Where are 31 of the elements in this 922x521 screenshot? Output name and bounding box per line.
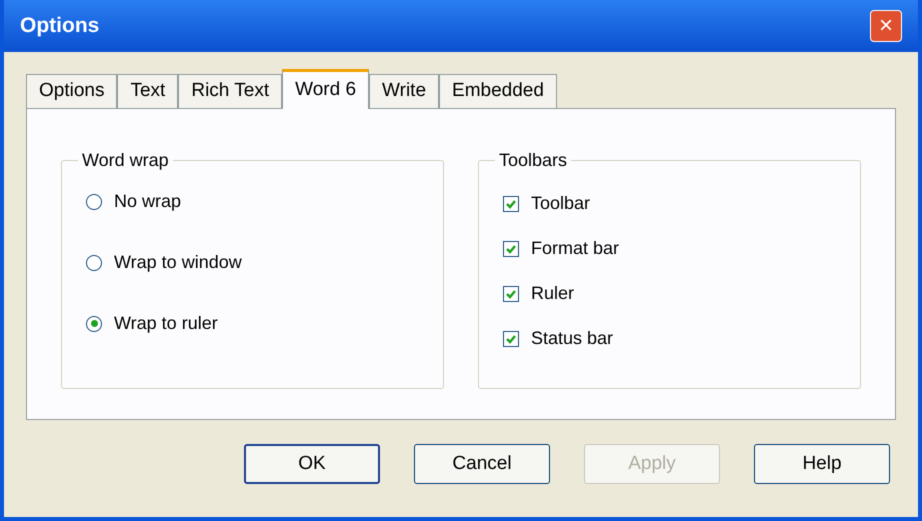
tab[interactable]: Text xyxy=(117,74,178,108)
window-title: Options xyxy=(20,13,100,40)
radio-label: Wrap to window xyxy=(114,251,242,274)
tab[interactable]: Embedded xyxy=(439,74,557,108)
checkbox-label: Toolbar xyxy=(531,192,590,215)
dialog-button[interactable]: Cancel xyxy=(414,444,550,484)
checkbox[interactable] xyxy=(503,240,519,256)
checkbox-label: Format bar xyxy=(531,237,620,260)
dialog-button[interactable]: Help xyxy=(754,444,890,484)
radio-button[interactable] xyxy=(86,254,102,270)
radio-label: Wrap to ruler xyxy=(114,312,218,335)
checkbox[interactable] xyxy=(503,286,519,302)
dialog-button[interactable]: OK xyxy=(244,444,380,484)
group-title: Word wrap xyxy=(81,149,170,172)
radio-button[interactable] xyxy=(86,316,102,332)
check-icon xyxy=(505,242,517,254)
group-title: Toolbars xyxy=(498,149,568,172)
checkbox[interactable] xyxy=(503,330,519,346)
close-button[interactable]: × xyxy=(870,10,902,42)
check-icon xyxy=(505,332,517,344)
radio-label: No wrap xyxy=(114,190,182,213)
radio-button[interactable] xyxy=(86,194,102,210)
tab[interactable]: Word 6 xyxy=(282,69,370,109)
check-icon xyxy=(505,198,517,210)
tab[interactable]: Rich Text xyxy=(178,74,282,108)
checkbox-label: Ruler xyxy=(531,282,574,305)
check-icon xyxy=(505,288,517,300)
tab[interactable]: Options xyxy=(26,74,118,108)
checkbox[interactable] xyxy=(503,196,519,212)
checkbox-label: Status bar xyxy=(531,327,614,350)
tab[interactable]: Write xyxy=(369,74,440,108)
